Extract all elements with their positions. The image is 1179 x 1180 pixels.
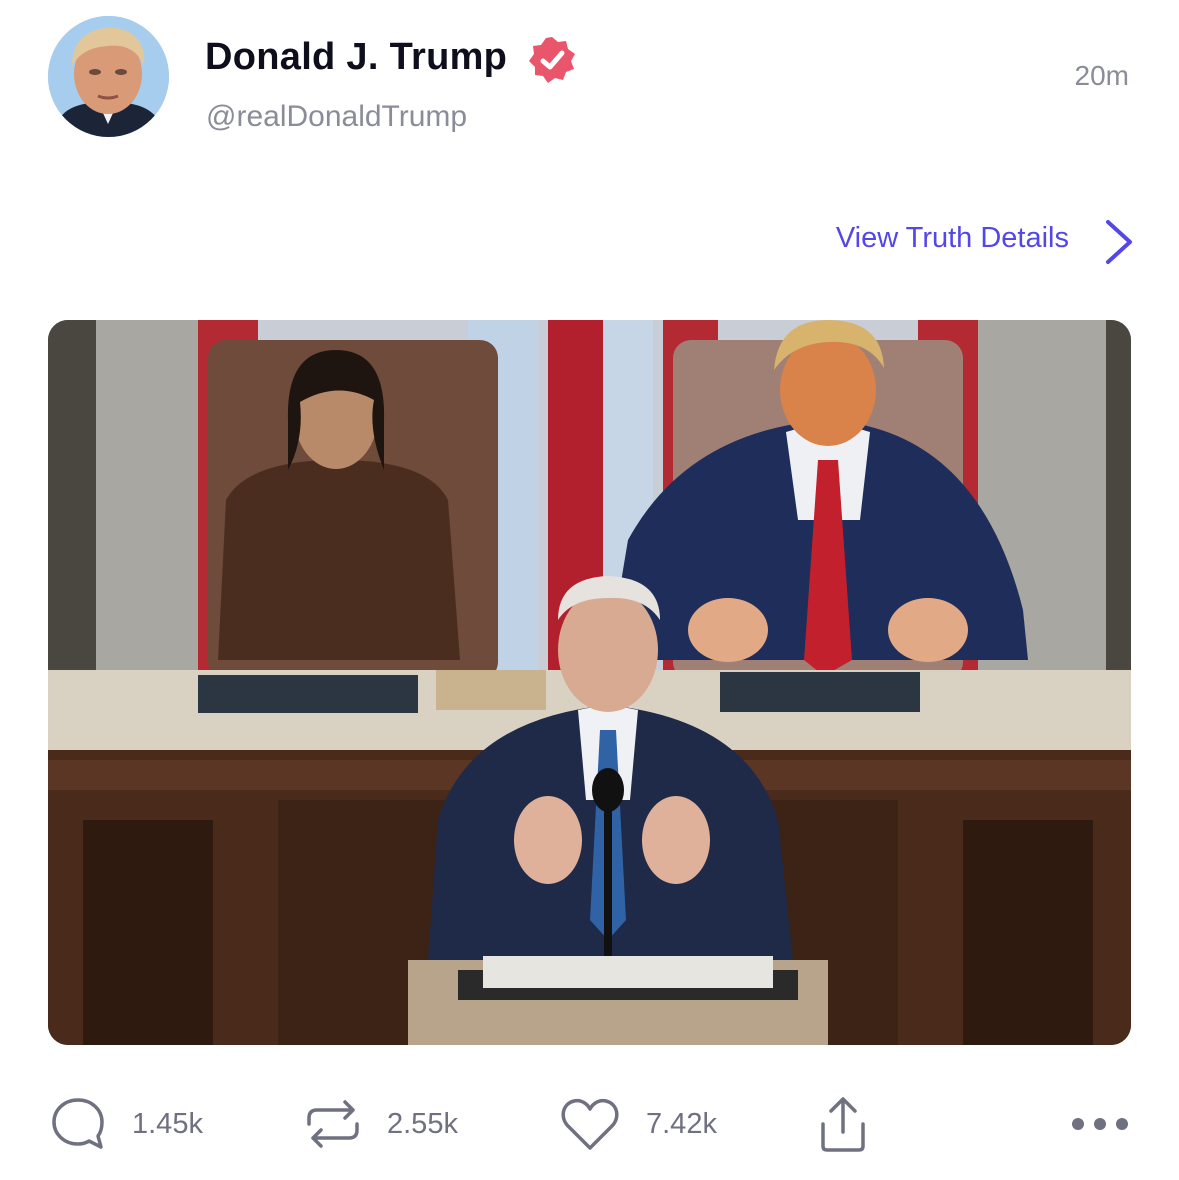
like-button[interactable]: 7.42k	[560, 1094, 717, 1154]
view-truth-details-link[interactable]: View Truth Details	[836, 222, 1069, 255]
more-options-button[interactable]	[1068, 1094, 1132, 1154]
chevron-right-icon[interactable]	[1100, 218, 1136, 266]
comment-icon	[52, 1098, 104, 1149]
retruth-button[interactable]: 2.55k	[305, 1094, 458, 1154]
author-handle[interactable]: @realDonaldTrump	[206, 100, 467, 134]
like-count: 7.42k	[646, 1107, 717, 1140]
retruth-icon	[307, 1100, 359, 1148]
reply-count: 1.45k	[132, 1107, 203, 1140]
verified-icon	[529, 37, 575, 83]
retruth-count: 2.55k	[387, 1107, 458, 1140]
more-icon	[1072, 1118, 1128, 1130]
post-timestamp: 20m	[1074, 60, 1129, 91]
share-button[interactable]	[815, 1094, 871, 1154]
author-avatar[interactable]	[48, 16, 169, 137]
author-name[interactable]: Donald J. Trump	[205, 36, 507, 79]
share-icon	[821, 1097, 865, 1152]
heart-icon	[561, 1098, 619, 1150]
reply-button[interactable]: 1.45k	[50, 1094, 203, 1154]
post-image[interactable]	[48, 320, 1131, 1045]
